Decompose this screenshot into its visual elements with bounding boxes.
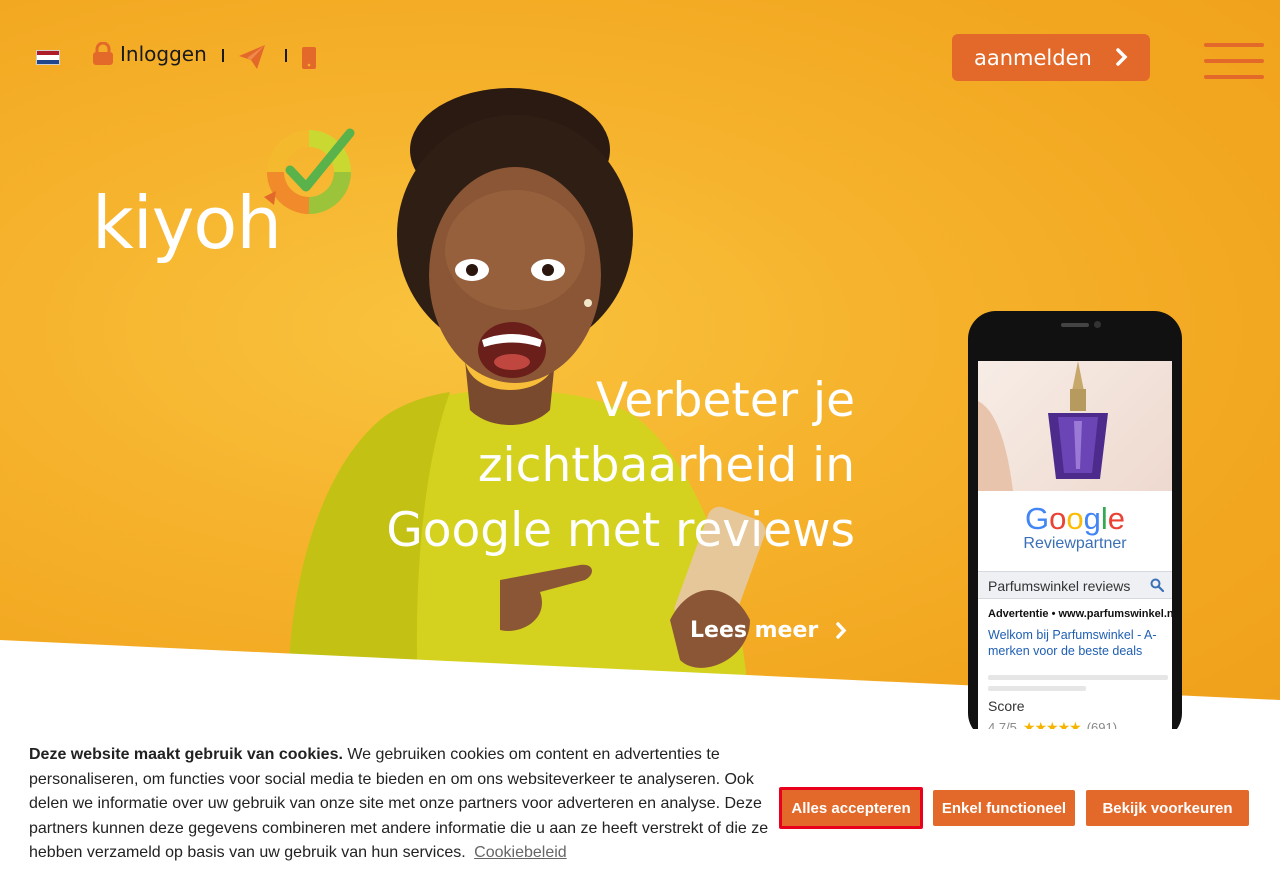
phone-screen: Google Reviewpartner Parfumswinkel revie…	[978, 361, 1172, 730]
cookie-body: We gebruiken cookies om content en adver…	[29, 746, 769, 861]
mobile-phone-icon[interactable]	[301, 46, 317, 70]
google-letter: G	[1024, 501, 1050, 536]
phone-mockup: Google Reviewpartner Parfumswinkel revie…	[968, 311, 1182, 730]
cookie-text: Deze website maakt gebruik van cookies. …	[29, 743, 769, 866]
placeholder-bar	[988, 686, 1086, 691]
chevron-right-icon	[1116, 48, 1128, 66]
cookie-policy-link[interactable]: Cookiebeleid	[474, 844, 567, 861]
nav-divider	[222, 49, 224, 62]
menu-button[interactable]	[1204, 43, 1264, 81]
kiyoh-logo[interactable]: kiyoh	[92, 125, 362, 275]
google-letter: e	[1107, 501, 1125, 536]
google-letter: o	[1066, 501, 1084, 536]
nav-divider	[285, 49, 287, 62]
cookie-banner: Deze website maakt gebruik van cookies. …	[0, 729, 1280, 887]
phone-search-bar: Parfumswinkel reviews	[978, 571, 1172, 599]
phone-speaker	[1061, 323, 1089, 327]
headline-line: Verbeter je	[595, 373, 855, 428]
accept-all-button[interactable]: Alles accepteren	[779, 787, 923, 829]
lock-icon	[93, 42, 113, 65]
phone-ad-title: Welkom bij Parfumswinkel - A-merken voor…	[988, 628, 1157, 658]
placeholder-bar	[988, 675, 1168, 680]
paper-plane-icon[interactable]	[238, 44, 266, 70]
phone-score-label: Score	[988, 698, 1025, 714]
view-preferences-button[interactable]: Bekijk voorkeuren	[1086, 790, 1249, 826]
google-letter: g	[1083, 501, 1101, 536]
google-reviewpartner-label: Reviewpartner	[1023, 535, 1127, 552]
search-icon	[1150, 578, 1164, 592]
chevron-right-icon	[836, 622, 847, 639]
hero-headline: Verbeter je zichtbaarheid in Google met …	[360, 368, 855, 563]
perfume-image	[978, 361, 1172, 491]
headline-line: Google met reviews	[386, 503, 855, 558]
dutch-flag-icon[interactable]	[36, 50, 60, 65]
logo-text: kiyoh	[92, 181, 282, 265]
cookie-heading: Deze website maakt gebruik van cookies.	[29, 746, 343, 763]
hero-section: Inloggen aanmelden kiyoh Verbeter je zic…	[0, 0, 1280, 730]
headline-line: zichtbaarheid in	[477, 438, 855, 493]
functional-only-button[interactable]: Enkel functioneel	[933, 790, 1075, 826]
google-letter: l	[1100, 501, 1108, 536]
phone-camera	[1094, 321, 1101, 328]
google-logo: Google	[978, 501, 1172, 537]
phone-search-text: Parfumswinkel reviews	[988, 578, 1131, 594]
login-link[interactable]: Inloggen	[92, 42, 207, 66]
phone-ad-line: Advertentie • www.parfumswinkel.nl	[988, 608, 1172, 620]
signup-label: aanmelden	[974, 45, 1092, 70]
signup-button[interactable]: aanmelden	[952, 34, 1150, 81]
google-letter: o	[1049, 501, 1067, 536]
login-label: Inloggen	[120, 42, 207, 66]
